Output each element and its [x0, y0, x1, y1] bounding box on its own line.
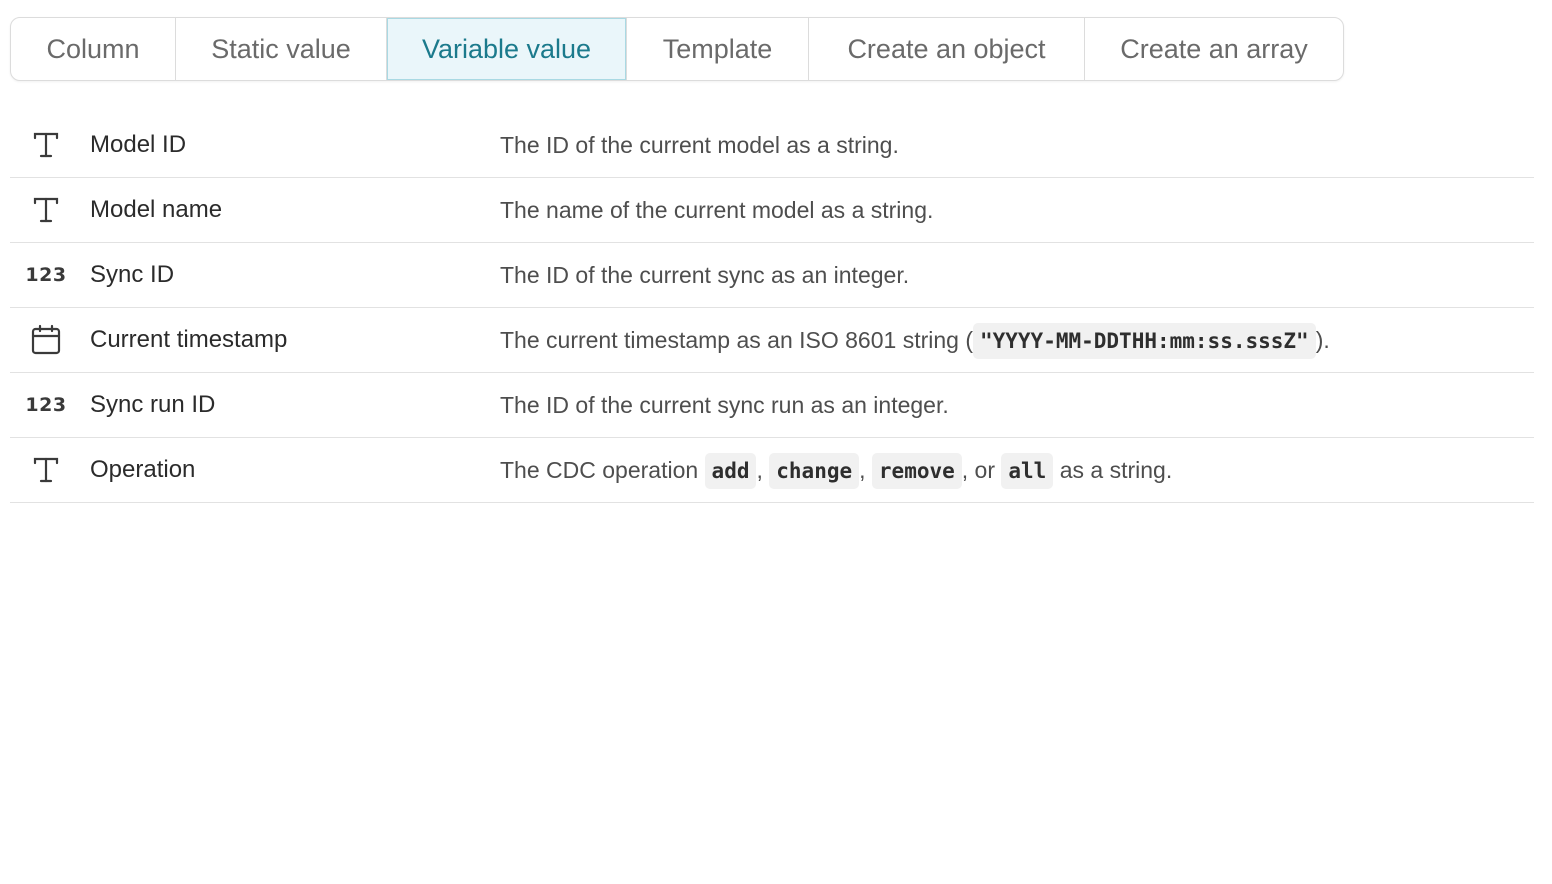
- variable-description: The ID of the current sync as an integer…: [500, 262, 910, 288]
- variable-row-sync-id[interactable]: 123 Sync ID The ID of the current sync a…: [10, 243, 1534, 308]
- number-type-icon: 123: [25, 264, 67, 286]
- number-type-icon: 123: [25, 394, 67, 416]
- text-type-icon: [28, 194, 64, 226]
- variable-name: Sync ID: [90, 261, 175, 288]
- variable-name: Operation: [90, 456, 196, 483]
- timestamp-format-code: "YYYY-MM-DDTHH:mm:ss.sssZ": [972, 323, 1316, 359]
- variable-list: Model ID The ID of the current model as …: [10, 113, 1534, 503]
- value-type-tabs: Column Static value Variable value Templ…: [10, 17, 1344, 81]
- variable-row-model-name[interactable]: Model name The name of the current model…: [10, 178, 1534, 243]
- variable-row-current-timestamp[interactable]: Current timestamp The current timestamp …: [10, 308, 1534, 373]
- variable-name: Model name: [90, 196, 223, 223]
- operation-code-all: all: [1001, 453, 1054, 489]
- variable-name: Sync run ID: [90, 391, 216, 418]
- variable-description: The ID of the current model as a string.: [500, 132, 899, 158]
- tab-create-an-array[interactable]: Create an array: [1085, 18, 1343, 80]
- variable-row-operation[interactable]: Operation The CDC operation add, change,…: [10, 438, 1534, 503]
- operation-code-change: change: [769, 453, 860, 489]
- tab-variable-value[interactable]: Variable value: [387, 18, 627, 80]
- variable-row-sync-run-id[interactable]: 123 Sync run ID The ID of the current sy…: [10, 373, 1534, 438]
- text-type-icon: [28, 454, 64, 486]
- operation-code-add: add: [704, 453, 757, 489]
- tab-create-an-object[interactable]: Create an object: [809, 18, 1085, 80]
- calendar-icon: [28, 324, 64, 356]
- operation-code-remove: remove: [871, 453, 962, 489]
- tab-template[interactable]: Template: [627, 18, 809, 80]
- variable-name: Model ID: [90, 131, 187, 158]
- variable-description: The CDC operation add, change, remove, o…: [500, 438, 1172, 502]
- tab-column[interactable]: Column: [11, 18, 176, 80]
- variable-description: The current timestamp as an ISO 8601 str…: [500, 308, 1330, 372]
- variable-name: Current timestamp: [90, 326, 288, 353]
- variable-description: The ID of the current sync run as an int…: [500, 392, 949, 418]
- variable-description: The name of the current model as a strin…: [500, 197, 934, 223]
- tab-static-value[interactable]: Static value: [176, 18, 387, 80]
- text-type-icon: [28, 129, 64, 161]
- variable-row-model-id[interactable]: Model ID The ID of the current model as …: [10, 113, 1534, 178]
